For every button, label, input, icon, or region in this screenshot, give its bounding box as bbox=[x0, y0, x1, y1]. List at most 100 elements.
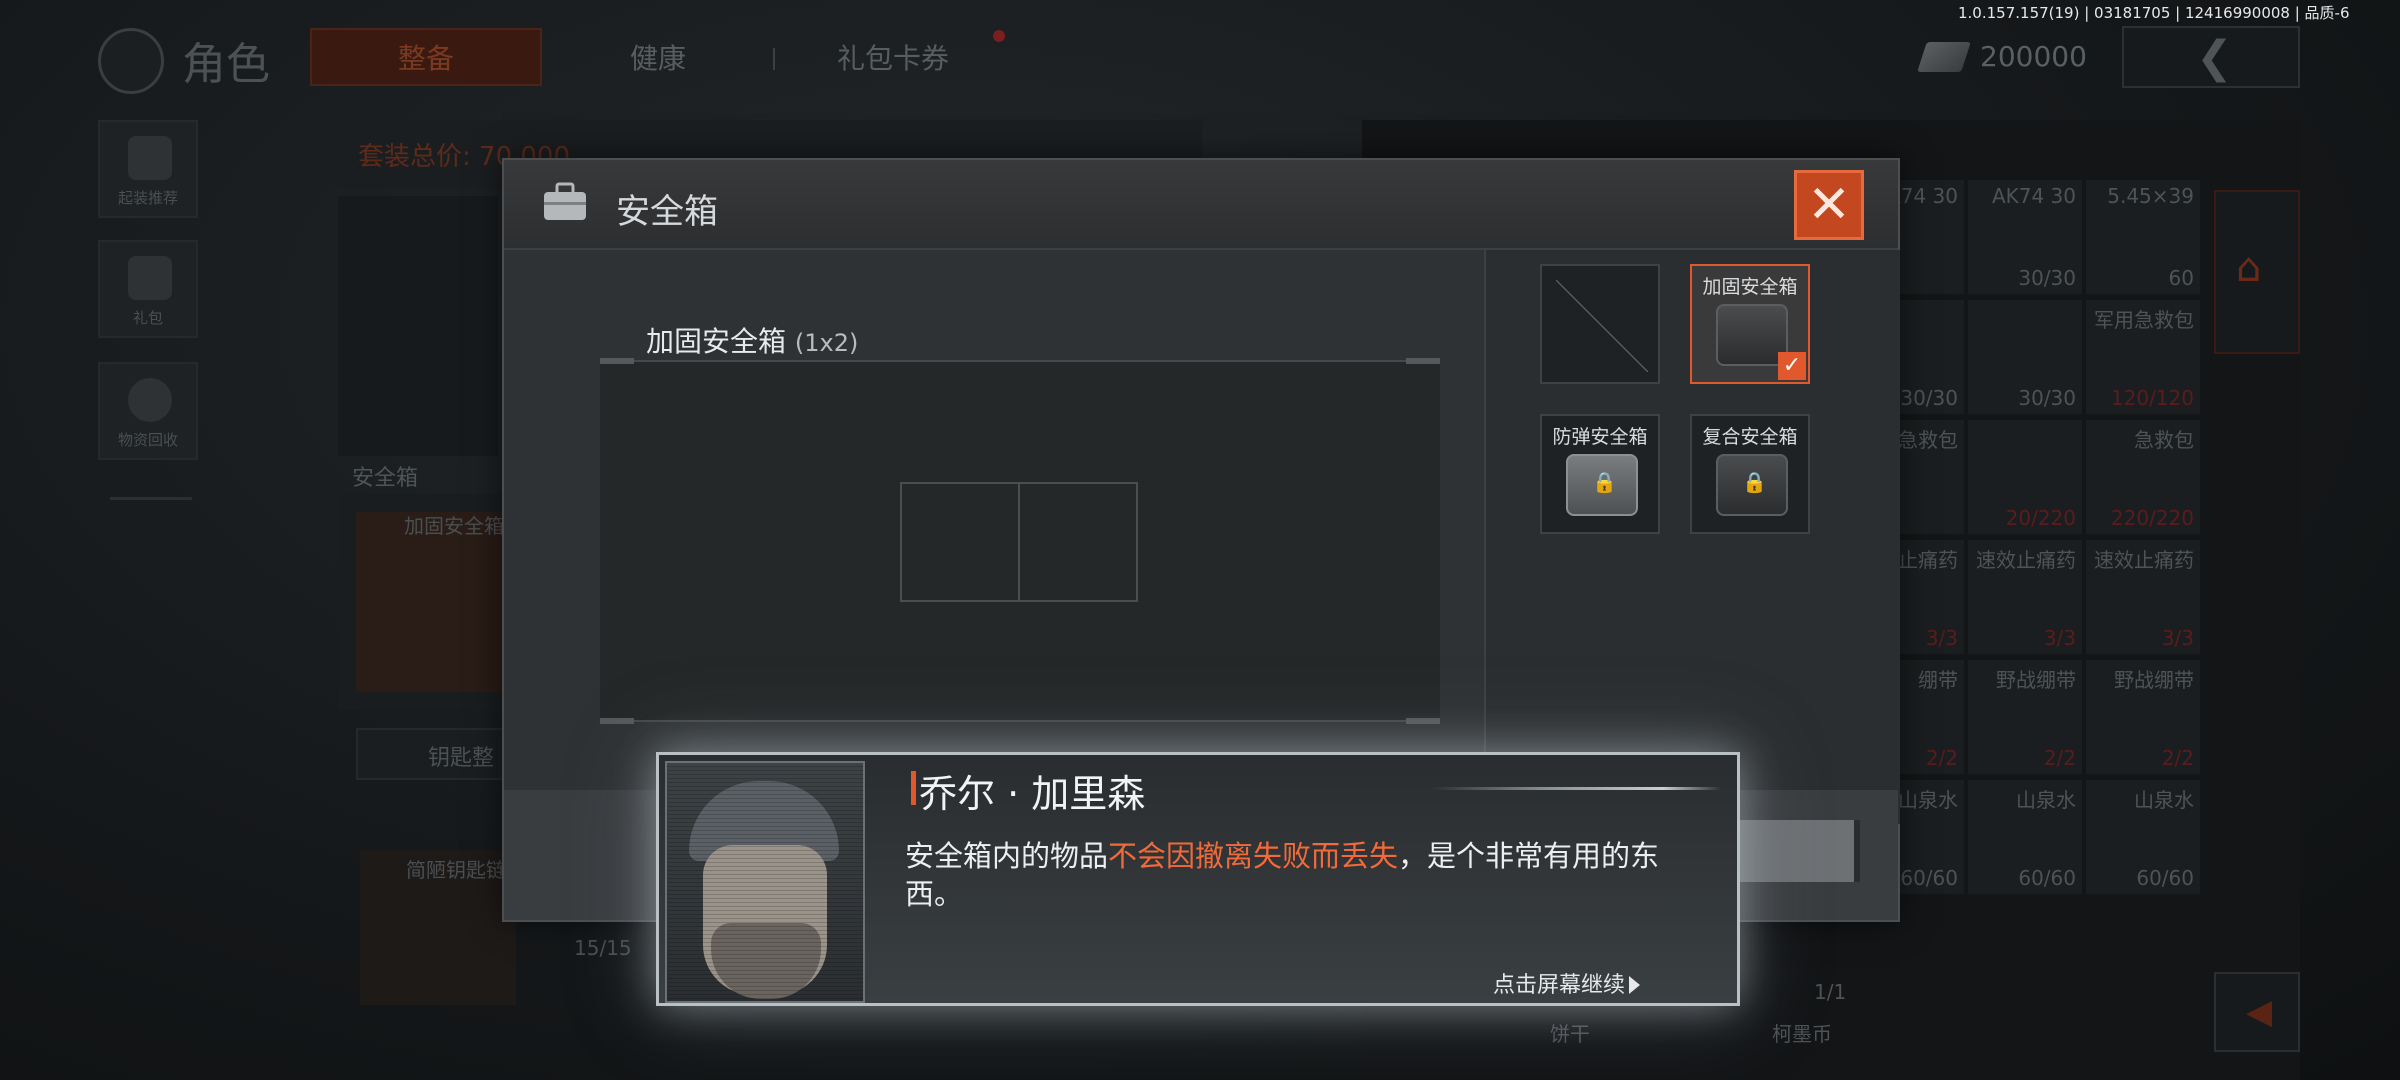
bottom-item-label: 柯墨币 bbox=[1772, 1022, 1832, 1046]
bottom-item-count: 1/1 bbox=[1814, 980, 1847, 1004]
item-name: 速效止痛药 bbox=[2094, 548, 2194, 572]
box-slot-composite[interactable]: 复合安全箱 🔒 bbox=[1690, 414, 1810, 534]
grid-cell[interactable] bbox=[900, 482, 1020, 602]
currency-icon bbox=[1917, 42, 1971, 72]
key-sort-label: 钥匙整 bbox=[428, 746, 495, 771]
inventory-item[interactable]: 山泉水 60/60 bbox=[1968, 780, 2082, 894]
item-count: 30/30 bbox=[1900, 386, 1958, 410]
item-count: 120/120 bbox=[2110, 386, 2194, 410]
item-count: 220/220 bbox=[2110, 506, 2194, 530]
item-name: 急救包 bbox=[1898, 428, 1958, 452]
page-title: 角色 bbox=[182, 39, 270, 90]
panel-corner bbox=[600, 358, 634, 364]
dialog-message: 安全箱内的物品不会因撤离失败而丢失，是个非常有用的东西。 bbox=[905, 837, 1705, 913]
inventory-item[interactable]: 急救包 220/220 bbox=[2086, 420, 2200, 534]
item-count: 60/60 bbox=[2136, 866, 2194, 890]
item-name: 军用急救包 bbox=[2094, 308, 2194, 332]
item-name: 绷带 bbox=[1918, 668, 1958, 692]
notification-dot bbox=[993, 30, 1005, 42]
item-count: 3/3 bbox=[2161, 626, 2194, 650]
item-count: 2/2 bbox=[1925, 746, 1958, 770]
box-slot-empty[interactable] bbox=[1540, 264, 1660, 384]
selected-box-name: 加固安全箱 bbox=[646, 325, 787, 358]
continue-prompt[interactable]: 点击屏幕继续 bbox=[1493, 967, 1641, 999]
grid-cell[interactable] bbox=[1018, 482, 1138, 602]
item-count: 3/3 bbox=[2043, 626, 2076, 650]
item-count: 30/30 bbox=[2018, 386, 2076, 410]
helmet-icon bbox=[128, 136, 172, 180]
item-name: 止痛药 bbox=[1898, 548, 1958, 572]
inventory-item[interactable]: 速效止痛药 3/3 bbox=[2086, 540, 2200, 654]
speaker-portrait bbox=[665, 761, 865, 1003]
safe-box-grid bbox=[600, 358, 1440, 724]
panel-corner bbox=[600, 718, 634, 724]
slot-label: 复合安全箱 bbox=[1702, 426, 1798, 448]
inventory-item[interactable]: 野战绷带 2/2 bbox=[1968, 660, 2082, 774]
item-count: 3/3 bbox=[1925, 626, 1958, 650]
close-button[interactable]: ✕ bbox=[1794, 170, 1864, 240]
panel-corner bbox=[1406, 358, 1440, 364]
inventory-item[interactable]: 5.45×39 60 bbox=[2086, 180, 2200, 294]
item-name: 急救包 bbox=[2134, 428, 2194, 452]
item-name: 速效止痛药 bbox=[1976, 548, 2076, 572]
box-slot-reinforced[interactable]: 加固安全箱 ✓ bbox=[1690, 264, 1810, 384]
key-item-name: 简陋钥匙链 bbox=[406, 858, 506, 882]
item-count: 2/2 bbox=[2043, 746, 2076, 770]
item-name: 5.45×39 bbox=[2107, 184, 2194, 208]
item-name: AK74 30 bbox=[1991, 184, 2076, 208]
selected-box-size: (1x2) bbox=[794, 329, 859, 357]
play-arrow-icon bbox=[1629, 976, 1641, 994]
home-icon[interactable]: ⌂ bbox=[2236, 248, 2276, 288]
scanline-overlay bbox=[667, 763, 863, 1001]
tutorial-dialog[interactable]: 乔尔 · 加里森 安全箱内的物品不会因撤离失败而丢失，是个非常有用的东西。 点击… bbox=[656, 752, 1740, 1006]
inventory-item[interactable]: 速效止痛药 3/3 bbox=[1968, 540, 2082, 654]
item-count: 60 bbox=[2168, 266, 2194, 290]
item-name: 野战绷带 bbox=[1996, 668, 2076, 692]
gift-icon bbox=[128, 256, 172, 300]
inventory-item[interactable]: 山泉水 60/60 bbox=[2086, 780, 2200, 894]
panel-corner bbox=[1406, 718, 1440, 724]
slot-label: 防弹安全箱 bbox=[1552, 426, 1648, 448]
speaker-name: 乔尔 · 加里森 bbox=[919, 772, 1146, 816]
safe-box-section-label: 安全箱 bbox=[352, 466, 419, 491]
inventory-item[interactable]: 军用急救包 120/120 bbox=[2086, 300, 2200, 414]
lock-icon: 🔒 bbox=[1742, 470, 1767, 494]
menu-loadout-recommend[interactable]: 起装推荐 bbox=[98, 120, 198, 218]
close-icon: ✕ bbox=[1807, 175, 1851, 235]
menu-divider bbox=[110, 497, 192, 500]
item-count: 20/220 bbox=[2005, 506, 2076, 530]
inventory-item[interactable]: 野战绷带 2/2 bbox=[2086, 660, 2200, 774]
message-highlight: 不会因撤离失败而丢失 bbox=[1108, 839, 1399, 873]
tab-gift-cards[interactable]: 礼包卡券 bbox=[818, 28, 968, 86]
inventory-item[interactable]: 20/220 bbox=[1968, 420, 2082, 534]
bottom-item-label: 饼干 bbox=[1550, 1022, 1590, 1046]
menu-label: 起装推荐 bbox=[117, 189, 178, 207]
tab-equipment[interactable]: 整备 bbox=[310, 28, 542, 86]
slot-label: 加固安全箱 bbox=[1702, 276, 1798, 298]
menu-gift[interactable]: 礼包 bbox=[98, 240, 198, 338]
empty-slot-icon bbox=[1556, 280, 1648, 372]
item-count: 30/30 bbox=[2018, 266, 2076, 290]
continue-label: 点击屏幕继续 bbox=[1493, 973, 1626, 998]
item-name: 山泉水 bbox=[2134, 788, 2194, 812]
lock-icon: 🔒 bbox=[1592, 470, 1617, 494]
item-count: 60/60 bbox=[2018, 866, 2076, 890]
item-count: 2/2 bbox=[2161, 746, 2194, 770]
key-sort-button[interactable]: 钥匙整 bbox=[356, 728, 520, 780]
selected-box-label: 加固安全箱 (1x2) bbox=[646, 320, 858, 360]
box-slot-bulletproof[interactable]: 防弹安全箱 🔒 bbox=[1540, 414, 1660, 534]
inventory-item[interactable]: AK74 30 30/30 bbox=[1968, 180, 2082, 294]
menu-label: 礼包 bbox=[132, 309, 163, 327]
menu-recycle[interactable]: 物资回收 bbox=[98, 362, 198, 460]
currency-amount: 200000 bbox=[1980, 40, 2087, 73]
item-name: 野战绷带 bbox=[2114, 668, 2194, 692]
chevron-left-icon: ❮ bbox=[2196, 32, 2233, 83]
back-button[interactable]: ❮ bbox=[2122, 26, 2300, 88]
item-name: 山泉水 bbox=[1898, 788, 1958, 812]
collapse-button[interactable]: ◀ bbox=[2214, 972, 2300, 1052]
recycle-icon bbox=[128, 378, 172, 422]
chevron-left-icon: ◀ bbox=[2246, 992, 2273, 1032]
inventory-item[interactable]: 30/30 bbox=[1968, 300, 2082, 414]
tab-health[interactable]: 健康 bbox=[600, 28, 716, 86]
character-logo-icon bbox=[98, 28, 164, 94]
